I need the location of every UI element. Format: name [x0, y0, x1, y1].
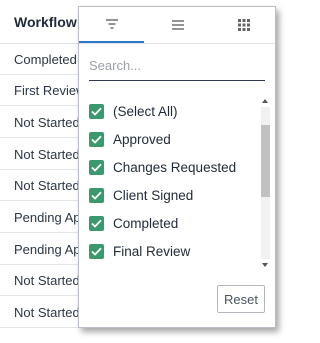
checkbox-checked[interactable] [89, 103, 104, 119]
list-scrollbar[interactable] [261, 97, 270, 269]
scrollbar-thumb[interactable] [261, 125, 270, 197]
scroll-up-arrow-icon[interactable] [262, 99, 268, 103]
filter-option-label: Changes Requested [113, 159, 237, 175]
filter-value-list: (Select All) Approved Changes Requested … [89, 97, 259, 269]
checkmark-icon [91, 247, 102, 256]
filter-option-label: Approved [113, 131, 171, 147]
tab-columns[interactable] [211, 7, 276, 43]
tab-general-menu[interactable] [145, 7, 210, 43]
filter-option-label: Completed [113, 215, 179, 231]
menu-icon [171, 20, 184, 30]
filter-icon [105, 19, 118, 29]
checkmark-icon [91, 219, 102, 228]
checkbox-checked[interactable] [89, 159, 104, 175]
checkbox-checked[interactable] [89, 131, 104, 147]
reset-button[interactable]: Reset [217, 285, 265, 313]
checkmark-icon [91, 191, 102, 200]
filter-option[interactable]: Approved [89, 125, 259, 153]
column-filter-popup: (Select All) Approved Changes Requested … [78, 6, 276, 328]
checkbox-checked[interactable] [89, 243, 104, 259]
filter-option[interactable]: Completed [89, 209, 259, 237]
filter-option[interactable]: Client Signed [89, 181, 259, 209]
scroll-down-arrow-icon[interactable] [262, 263, 268, 267]
checkmark-icon [91, 163, 102, 172]
filter-option-select-all[interactable]: (Select All) [89, 97, 259, 125]
filter-option-label: Client Signed [113, 187, 194, 203]
scrollbar-track[interactable] [261, 107, 270, 259]
columns-grid-icon [237, 19, 250, 31]
filter-option[interactable]: Changes Requested [89, 153, 259, 181]
checkbox-checked[interactable] [89, 187, 104, 203]
checkbox-checked[interactable] [89, 215, 104, 231]
filter-menu-tabs [79, 7, 275, 44]
filter-option-label: (Select All) [113, 103, 178, 119]
filter-option[interactable]: Final Review [89, 237, 259, 265]
tab-filter[interactable] [79, 7, 144, 43]
checkmark-icon [91, 135, 102, 144]
checkmark-icon [91, 107, 102, 116]
filter-search-input[interactable] [89, 51, 265, 81]
filter-option-label: Final Review [113, 243, 191, 259]
